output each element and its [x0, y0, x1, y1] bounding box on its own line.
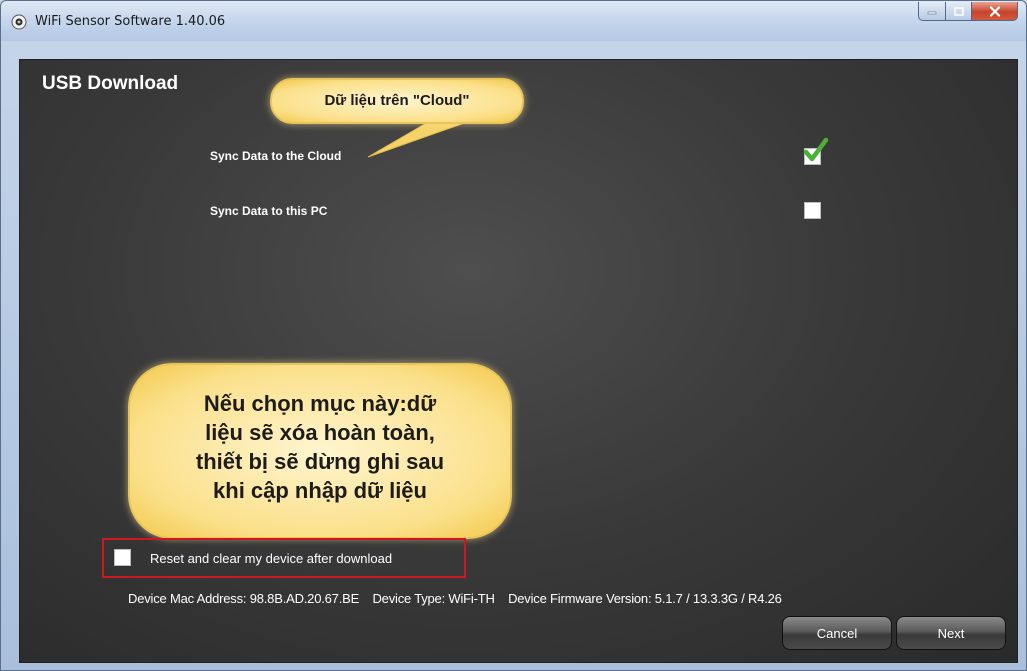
reset-callout: Nếu chọn mục này:dữ liệu sẽ xóa hoàn toà… — [128, 363, 512, 539]
close-button[interactable] — [972, 2, 1018, 21]
reset-option-highlight: Reset and clear my device after download — [102, 538, 466, 578]
close-icon — [989, 5, 1000, 17]
reset-callout-line: thiết bị sẽ dừng ghi sau — [195, 449, 445, 474]
main-panel: USB Download Dữ liệu trên "Cloud" Sync D… — [19, 59, 1018, 663]
reset-callout-line: khi cập nhập dữ liệu — [213, 478, 427, 503]
next-button[interactable]: Next — [896, 616, 1006, 650]
device-type: Device Type: WiFi-TH — [372, 591, 495, 606]
maximize-button[interactable] — [946, 2, 972, 21]
minimize-button[interactable] — [918, 2, 946, 21]
page-title: USB Download — [42, 73, 179, 94]
window-title: WiFi Sensor Software 1.40.06 — [35, 14, 226, 29]
maximize-icon — [953, 6, 964, 16]
minimize-icon — [927, 11, 937, 15]
cloud-callout-text: Dữ liệu trên "Cloud" — [324, 92, 470, 109]
sync-cloud-label: Sync Data to the Cloud — [210, 149, 342, 163]
sync-pc-label: Sync Data to this PC — [210, 204, 328, 218]
cancel-button[interactable]: Cancel — [782, 616, 892, 650]
device-info: Device Mac Address: 98.8B.AD.20.67.BE De… — [128, 591, 792, 606]
device-mac: Device Mac Address: 98.8B.AD.20.67.BE — [128, 591, 360, 606]
checkmark-icon — [803, 137, 829, 162]
device-firmware: Device Firmware Version: 5.1.7 / 13.3.3G… — [508, 591, 782, 606]
reset-callout-line: liệu sẽ xóa hoàn toàn, — [205, 420, 435, 445]
app-window: WiFi Sensor Software 1.40.06 USB Downloa… — [0, 0, 1027, 671]
title-bar[interactable]: WiFi Sensor Software 1.40.06 — [1, 1, 1026, 41]
sync-cloud-checkbox[interactable] — [803, 137, 829, 165]
cloud-callout: Dữ liệu trên "Cloud" — [270, 78, 524, 124]
window-controls — [918, 2, 1018, 22]
reset-checkbox[interactable] — [114, 549, 131, 566]
callout-pointer — [367, 121, 471, 158]
sync-pc-checkbox[interactable] — [804, 202, 821, 219]
reset-label: Reset and clear my device after download — [150, 551, 393, 566]
app-eye-icon — [11, 14, 27, 30]
reset-callout-line: Nếu chọn mục này:dữ — [203, 391, 437, 416]
